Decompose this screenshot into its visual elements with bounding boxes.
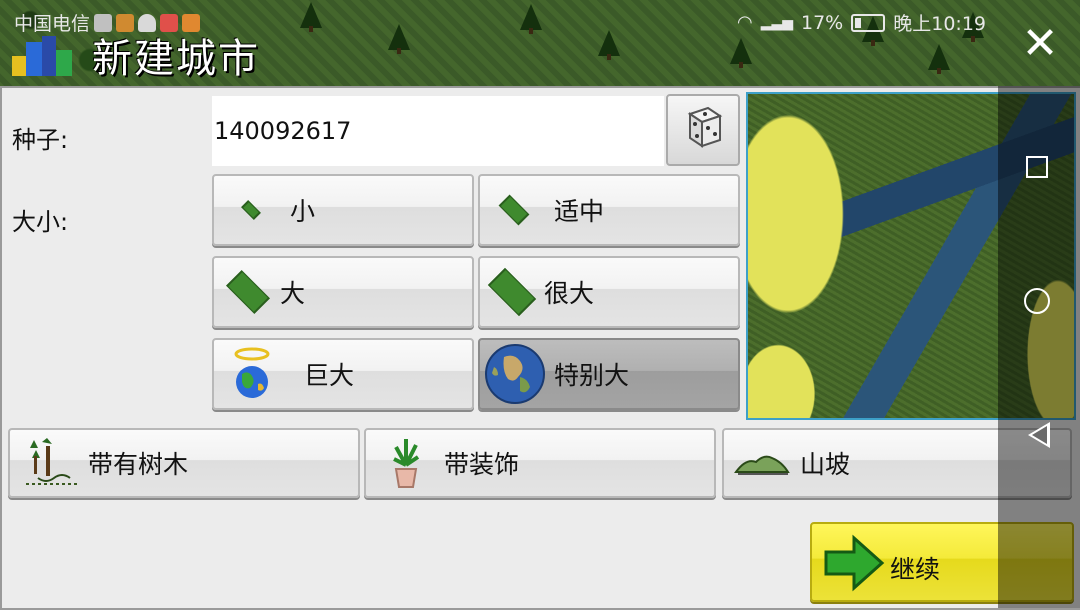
arrow-right-icon: [824, 534, 885, 592]
city-buildings-icon: [10, 30, 76, 80]
option-decorations-label: 带装饰: [444, 450, 520, 479]
size-huge-label: 巨大: [304, 361, 355, 390]
medium-tile-icon: [498, 194, 530, 226]
continue-label: 继续: [890, 555, 941, 584]
system-navigation-bar: [998, 86, 1080, 608]
clock-text: 晚上10:19: [893, 13, 986, 35]
random-seed-button[interactable]: [666, 94, 740, 166]
size-extra-large-button[interactable]: 特别大: [478, 338, 740, 410]
battery-icon: [851, 13, 886, 32]
tree-decoration: [730, 38, 752, 68]
size-medium-button[interactable]: 适中: [478, 174, 740, 246]
new-city-dialog: 种子: 140092617 大小: 小 适中 大 很大 巨大 特别大 带有树木 …: [0, 86, 1080, 610]
large-tile-icon: [226, 270, 270, 314]
size-small-label: 小: [290, 197, 316, 226]
tree-decoration: [928, 44, 950, 74]
trees-icon: [26, 438, 78, 485]
size-very-large-label: 很大: [544, 279, 595, 308]
close-icon: ✕: [1021, 18, 1059, 69]
option-trees-label: 带有树木: [88, 450, 189, 479]
battery-percent: 17%: [801, 11, 844, 34]
wifi-icon: ◠: [736, 12, 753, 33]
very-large-tile-icon: [487, 267, 537, 317]
dice-icon: [687, 106, 723, 148]
title-bar: 新建城市: [10, 28, 260, 82]
huge-globe-icon: [234, 347, 270, 398]
earth-globe-icon: [485, 344, 545, 404]
option-trees-button[interactable]: 带有树木: [8, 428, 360, 498]
recent-apps-button[interactable]: [1026, 156, 1048, 178]
close-button[interactable]: ✕: [1018, 22, 1062, 66]
size-very-large-button[interactable]: 很大: [478, 256, 740, 328]
size-medium-label: 适中: [554, 197, 605, 226]
seed-input[interactable]: 140092617: [212, 96, 664, 166]
size-huge-button[interactable]: 巨大: [212, 338, 474, 410]
status-right: ◠ ▂▃▅ 17% 晚上10:19: [737, 9, 986, 36]
small-tile-icon: [241, 200, 261, 220]
size-large-button[interactable]: 大: [212, 256, 474, 328]
option-hills-label: 山坡: [800, 450, 851, 479]
potted-plant-icon: [393, 439, 420, 488]
page-title: 新建城市: [92, 36, 260, 82]
back-button[interactable]: [1028, 422, 1050, 448]
home-button[interactable]: [1024, 288, 1050, 314]
signal-icon: ▂▃▅: [760, 14, 793, 31]
seed-label: 种子:: [12, 126, 69, 154]
hill-icon: [734, 455, 790, 475]
size-large-label: 大: [280, 279, 306, 308]
size-small-button[interactable]: 小: [212, 174, 474, 246]
size-label: 大小:: [12, 208, 69, 236]
size-extra-large-label: 特别大: [554, 361, 630, 390]
option-decorations-button[interactable]: 带装饰: [364, 428, 716, 498]
